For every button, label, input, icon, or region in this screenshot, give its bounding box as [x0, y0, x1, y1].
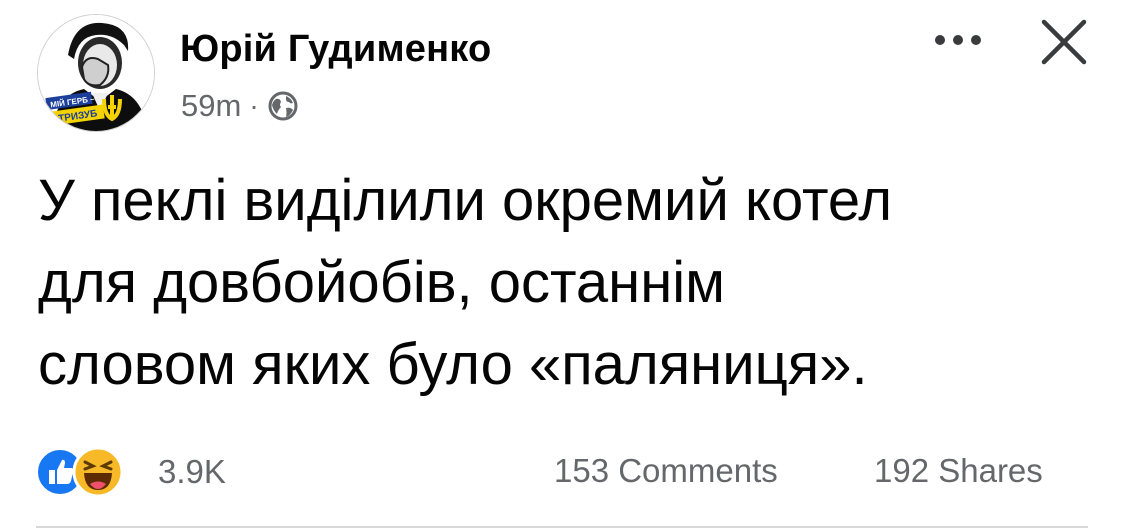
- comments-count-link[interactable]: 153 Comments: [554, 452, 778, 490]
- post-meta: 59m ·: [181, 88, 299, 124]
- post-text-line: для довбойобів, останнім: [38, 250, 725, 315]
- author-name[interactable]: Юрій Гудименко: [180, 28, 491, 71]
- reactions-summary[interactable]: 3.9K: [36, 446, 226, 498]
- reaction-count: 3.9K: [158, 453, 226, 490]
- divider: [36, 526, 1088, 528]
- haha-icon: [72, 446, 124, 498]
- author-avatar[interactable]: МІЙ ГЕРБ – ТРИЗУБ: [37, 14, 155, 132]
- close-button[interactable]: [1038, 16, 1090, 68]
- facebook-post: МІЙ ГЕРБ – ТРИЗУБ Юрій Гудименко 59m · У…: [0, 0, 1125, 532]
- post-time[interactable]: 59m: [181, 88, 241, 124]
- reaction-icons: [36, 446, 140, 498]
- post-text: У пеклі виділили окремий котел для довбо…: [38, 160, 1098, 406]
- more-options-button[interactable]: [930, 26, 986, 54]
- close-icon: [1041, 19, 1087, 65]
- post-text-line: словом яких було «паляниця».: [38, 332, 868, 397]
- more-dots-icon: [935, 35, 981, 45]
- globe-icon: [267, 90, 299, 122]
- meta-separator: ·: [249, 90, 259, 121]
- post-text-line: У пеклі виділили окремий котел: [38, 168, 893, 233]
- shares-count-link[interactable]: 192 Shares: [874, 452, 1043, 490]
